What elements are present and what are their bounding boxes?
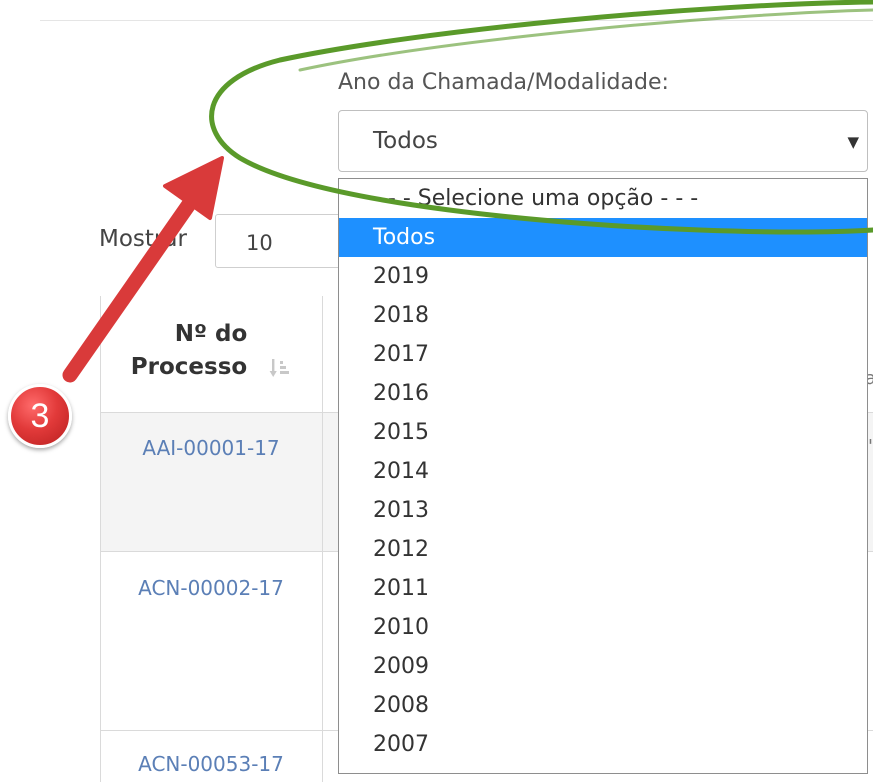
process-link[interactable]: ACN-00053-17 (100, 752, 322, 776)
column-header-process[interactable]: Nº do Processo (100, 318, 322, 385)
year-options-list[interactable]: - - - Selecione uma opção - - - Todos 20… (338, 178, 868, 774)
header-line-1: Nº do (174, 321, 248, 347)
process-link[interactable]: ACN-00002-17 (100, 576, 322, 600)
option-2015[interactable]: 2015 (339, 413, 867, 452)
select-current-value: Todos (373, 128, 438, 154)
option-2013[interactable]: 2013 (339, 491, 867, 530)
caret-down-icon: ▼ (847, 133, 859, 151)
entries-per-page-select[interactable]: 10 (215, 214, 345, 268)
option-2011[interactable]: 2011 (339, 569, 867, 608)
header-line-2: Processo (130, 354, 248, 381)
option-2007[interactable]: 2007 (339, 725, 867, 764)
option-2012[interactable]: 2012 (339, 530, 867, 569)
clipped-text: ' (868, 436, 873, 457)
step-number: 3 (30, 397, 50, 435)
option-2019[interactable]: 2019 (339, 257, 867, 296)
show-entries-label: Mostrar (99, 226, 187, 252)
arrow-head (163, 156, 224, 220)
option-todos[interactable]: Todos (339, 218, 867, 257)
option-placeholder[interactable]: - - - Selecione uma opção - - - (339, 179, 867, 218)
entries-per-page-value: 10 (246, 231, 273, 255)
option-2008[interactable]: 2008 (339, 686, 867, 725)
sort-icon[interactable] (269, 356, 291, 380)
year-modality-select[interactable]: Todos ▼ (338, 110, 868, 172)
option-2018[interactable]: 2018 (339, 296, 867, 335)
option-2010[interactable]: 2010 (339, 608, 867, 647)
process-link[interactable]: AAI-00001-17 (100, 436, 322, 460)
option-2009[interactable]: 2009 (339, 647, 867, 686)
option-2017[interactable]: 2017 (339, 335, 867, 374)
highlight-ellipse-inner (298, 8, 873, 72)
option-2014[interactable]: 2014 (339, 452, 867, 491)
top-divider (40, 20, 873, 21)
filter-label: Ano da Chamada/Modalidade: (338, 70, 669, 95)
option-2016[interactable]: 2016 (339, 374, 867, 413)
column-divider (322, 296, 323, 782)
step-badge: 3 (8, 384, 72, 448)
